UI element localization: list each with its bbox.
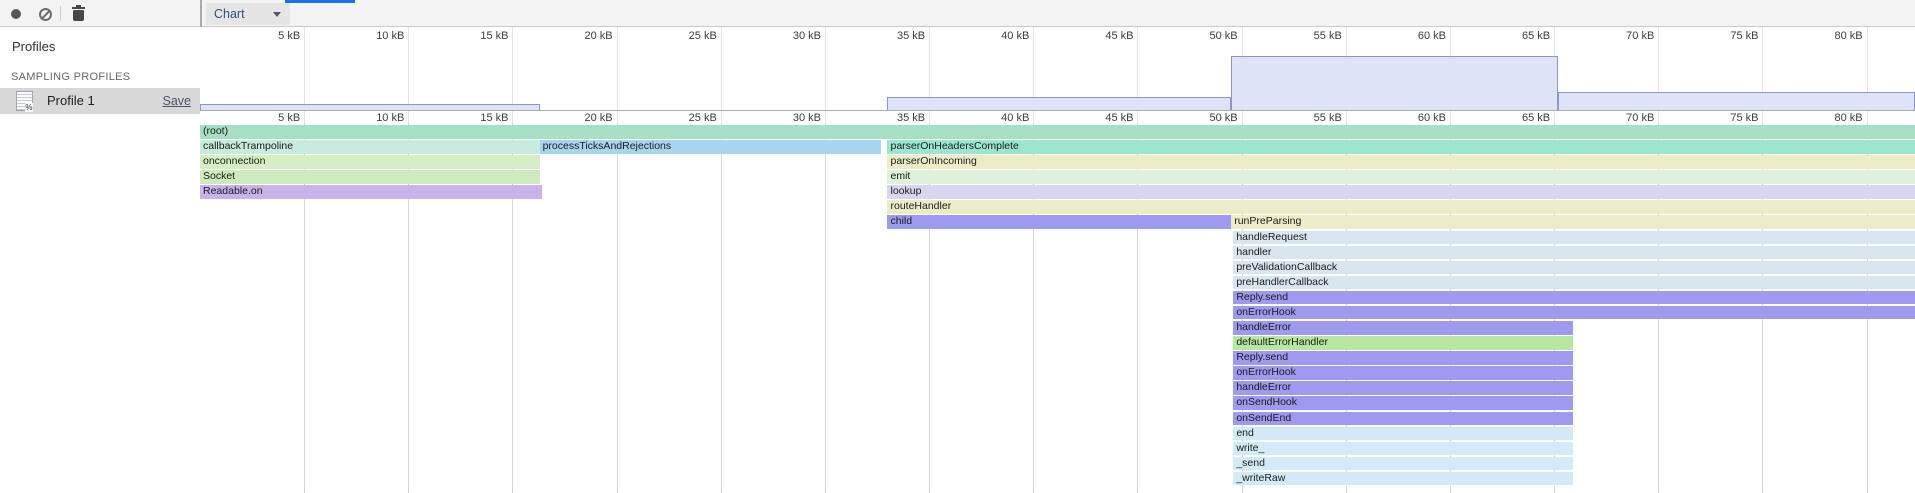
ruler-tick-label: 30 kB: [763, 112, 821, 124]
overview-tick-label: 45 kB: [1075, 30, 1133, 43]
flame-frame[interactable]: handleError: [1233, 321, 1573, 335]
overview-tick-label: 65 kB: [1492, 30, 1550, 43]
flame-frame[interactable]: onErrorHook: [1233, 366, 1573, 380]
ruler-tick-label: 40 kB: [971, 112, 1029, 124]
profiles-sidebar: Profiles SAMPLING PROFILES Profile 1 Sav…: [0, 27, 200, 493]
flame-frame[interactable]: handleError: [1233, 381, 1573, 395]
flame-frame[interactable]: Reply.send: [1233, 291, 1914, 305]
flame-frame[interactable]: (root): [200, 125, 1915, 139]
overview-tick-label: 60 kB: [1388, 30, 1446, 43]
record-heap-profile-button[interactable]: [3, 0, 29, 26]
flame-frame[interactable]: preHandlerCallback: [1233, 276, 1914, 290]
profile-document-icon: [16, 91, 33, 111]
grid-line-dotted: [721, 124, 722, 493]
view-mode-select[interactable]: Chart: [206, 3, 290, 25]
delete-profile-button[interactable]: [66, 0, 92, 26]
flame-frame[interactable]: Reply.send: [1233, 351, 1573, 365]
ruler-tick-label: 50 kB: [1180, 112, 1238, 124]
flame-chart: (root)callbackTrampolineprocessTicksAndR…: [200, 124, 1915, 493]
profile-name: Profile 1: [47, 88, 95, 114]
flame-frame[interactable]: end: [1233, 427, 1573, 441]
overview-step: [887, 97, 1231, 110]
overview-tick-label: 80 kB: [1805, 30, 1863, 43]
overview-step: [1231, 56, 1558, 110]
flame-frame[interactable]: callbackTrampoline: [200, 140, 540, 154]
flame-frame[interactable]: runPreParsing: [1231, 215, 1914, 229]
ruler-tick-label: 75 kB: [1700, 112, 1758, 124]
flame-frame[interactable]: child: [887, 215, 1231, 229]
sidebar-item-profile-1[interactable]: Profile 1 Save: [0, 88, 200, 114]
overview-tick-label: 20 kB: [555, 30, 613, 43]
overview-tick-label: 50 kB: [1180, 30, 1238, 43]
save-profile-link[interactable]: Save: [163, 88, 192, 114]
sidebar-title: Profiles: [12, 39, 55, 54]
ruler-tick-label: 70 kB: [1596, 112, 1654, 124]
ruler-tick-label: 25 kB: [659, 112, 717, 124]
memory-profiler-panel: Chart Profiles SAMPLING PROFILES Profile…: [0, 0, 1915, 493]
clear-icon: [39, 8, 52, 21]
clear-profiles-button[interactable]: [31, 0, 57, 26]
ruler-tick-label: 35 kB: [867, 112, 925, 124]
flame-frame[interactable]: _send: [1233, 457, 1573, 471]
ruler-tick-label: 10 kB: [346, 112, 404, 124]
flame-chart-ruler: 5 kB 10 kB 15 kB 20 kB 25 kB 30 kB 35 kB 40 kB 4…: [200, 111, 1915, 124]
chart-pane: 5 kB 10 kB 15 kB 20 kB 25 kB 30 kB 35 kB 40 kB 4…: [200, 27, 1915, 493]
overview-tick-label: 55 kB: [1284, 30, 1342, 43]
toolbar-separator: [60, 6, 61, 21]
overview-tick-label: 40 kB: [971, 30, 1029, 43]
flame-frame[interactable]: parserOnIncoming: [887, 155, 1914, 169]
overview-tick-label: 75 kB: [1700, 30, 1758, 43]
overview-tick-label: 10 kB: [346, 30, 404, 43]
flame-frame[interactable]: defaultErrorHandler: [1233, 336, 1573, 350]
trash-icon: [71, 4, 87, 22]
ruler-tick-label: 45 kB: [1075, 112, 1133, 124]
flame-frame[interactable]: _writeRaw: [1233, 472, 1573, 486]
overview-tick-label: 25 kB: [659, 30, 717, 43]
flame-frame[interactable]: Readable.on: [200, 185, 542, 199]
overview-step: [200, 104, 540, 110]
chevron-down-icon: [273, 12, 281, 17]
ruler-tick-label: 65 kB: [1492, 112, 1550, 124]
flame-frame[interactable]: onSendEnd: [1233, 412, 1573, 426]
overview-tick-label: 5 kB: [242, 30, 300, 43]
toolbar: Chart: [0, 0, 1915, 27]
flame-frame[interactable]: preValidationCallback: [1233, 261, 1914, 275]
grid-line-dotted: [617, 124, 618, 493]
flame-frame[interactable]: handler: [1233, 246, 1914, 260]
ruler-tick-label: 5 kB: [242, 112, 300, 124]
flame-frame[interactable]: onSendHook: [1233, 396, 1573, 410]
ruler-tick-label: 55 kB: [1284, 112, 1342, 124]
flame-frame[interactable]: parserOnHeadersComplete: [887, 140, 1914, 154]
flame-frame[interactable]: processTicksAndRejections: [540, 140, 882, 154]
flame-frame[interactable]: write_: [1233, 442, 1573, 456]
grid-line-dotted: [825, 124, 826, 493]
record-icon: [11, 9, 21, 19]
overview-tick-label: 70 kB: [1596, 30, 1654, 43]
ruler-tick-label: 20 kB: [555, 112, 613, 124]
ruler-tick-label: 60 kB: [1388, 112, 1446, 124]
flame-frame[interactable]: routeHandler: [887, 200, 1914, 214]
flame-frame[interactable]: Socket: [200, 170, 540, 184]
overview-step: [1558, 92, 1914, 110]
flame-frame[interactable]: lookup: [887, 185, 1914, 199]
view-mode-value: Chart: [214, 3, 245, 25]
flame-frame[interactable]: emit: [887, 170, 1914, 184]
flame-frame[interactable]: handleRequest: [1233, 231, 1914, 245]
overview-tick-label: 35 kB: [867, 30, 925, 43]
active-tab-accent: [285, 0, 355, 3]
flame-frame[interactable]: onconnection: [200, 155, 540, 169]
sampling-profiles-section-label: SAMPLING PROFILES: [11, 71, 130, 83]
allocation-overview[interactable]: 5 kB 10 kB 15 kB 20 kB 25 kB 30 kB 35 kB 40 kB 4…: [200, 27, 1915, 111]
flame-frame[interactable]: onErrorHook: [1233, 306, 1914, 320]
overview-tick-label: 30 kB: [763, 30, 821, 43]
ruler-tick-label: 15 kB: [450, 112, 508, 124]
ruler-tick-label: 80 kB: [1805, 112, 1863, 124]
overview-tick-label: 15 kB: [450, 30, 508, 43]
